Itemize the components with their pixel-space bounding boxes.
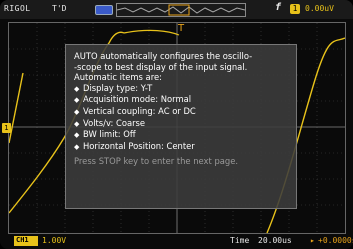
help-item: ◆ Display type: Y-T [74, 83, 290, 95]
help-item: ◆ Vertical coupling: AC or DC [74, 106, 290, 118]
ch1-volts-per-div: 1.00V [42, 236, 67, 245]
diamond-bullet-icon: ◆ [74, 84, 80, 93]
diamond-bullet-icon: ◆ [74, 142, 80, 151]
timebase-scale: 20.00us [258, 236, 292, 245]
diamond-bullet-icon: ◆ [74, 107, 80, 116]
help-item-text: Vertical coupling: AC or DC [83, 105, 196, 116]
trigger-offset-readout: +0.0000s [318, 236, 353, 245]
help-item: ◆ Acquisition mode: Normal [74, 94, 290, 106]
trigger-source-badge: 1 [290, 4, 300, 14]
bottom-status-bar: CH1 1.00V Time 20.00us ▸ +0.0000s [0, 234, 353, 249]
help-item: ◆ BW limit: Off [74, 129, 290, 141]
trigger-state: T'D [52, 4, 67, 13]
brand-label: RIGOL [4, 4, 31, 13]
diamond-bullet-icon: ◆ [74, 119, 80, 128]
auto-help-dialog: AUTO automatically configures the oscill… [65, 44, 297, 209]
help-item-text: Horizontal Position: Center [83, 140, 195, 151]
help-items-heading: Automatic items are: [74, 72, 162, 83]
help-item: ◆ Volts/v: Coarse [74, 118, 290, 130]
ch1-label-text: CH1 [16, 236, 29, 244]
status-bar: RIGOL T'D f 1 0.00uV [0, 0, 353, 19]
diamond-bullet-icon: ◆ [74, 96, 80, 105]
trigger-slope-icon: f [275, 2, 282, 13]
help-item: ◆ Horizontal Position: Center [74, 141, 290, 153]
trigger-offset-icon: ▸ [310, 236, 315, 245]
help-footer: Press STOP key to enter the next page. [74, 156, 239, 167]
help-intro: AUTO automatically configures the oscill… [74, 51, 253, 72]
memory-depth-icon [95, 5, 113, 15]
ch1-channel-label: CH1 [14, 236, 38, 246]
help-item-text: BW limit: Off [83, 129, 136, 140]
help-item-text: Volts/v: Coarse [83, 117, 146, 128]
oscilloscope-screen: RIGOL T'D f 1 0.00uV T 1 AUTO automatica… [0, 0, 353, 249]
diamond-bullet-icon: ◆ [74, 131, 80, 140]
help-item-text: Acquisition mode: Normal [83, 94, 192, 105]
help-item-text: Display type: Y-T [83, 82, 153, 93]
ch1-ground-marker: 1 [2, 123, 11, 133]
help-items-list: ◆ Display type: Y-T ◆ Acquisition mode: No… [74, 83, 290, 153]
waveform-position-preview [117, 4, 245, 16]
trigger-position-marker: T [178, 23, 185, 34]
trigger-level-readout: 0.00uV [305, 4, 334, 13]
timebase-label: Time [230, 236, 250, 245]
waveform-position-track [116, 3, 246, 17]
